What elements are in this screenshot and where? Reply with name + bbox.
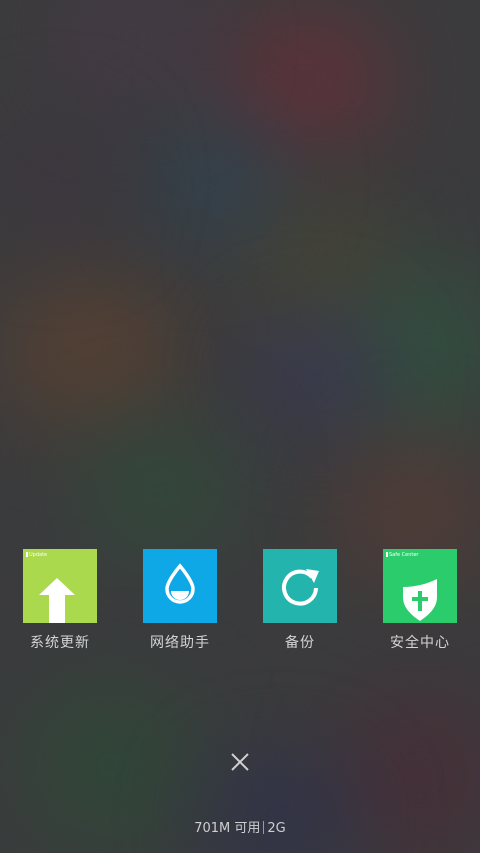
app-backup[interactable]: 备份: [245, 549, 355, 652]
water-drop-icon: [165, 563, 195, 604]
recent-apps-screen: Update 系统更新 网络助手 备份 Safe Center 安全中心 701…: [0, 0, 480, 853]
app-tile-network-assistant[interactable]: [143, 549, 217, 623]
memory-total: 2G: [267, 821, 286, 836]
memory-status: 701M 可用 2G: [0, 817, 480, 836]
app-tile-system-update[interactable]: Update: [23, 549, 97, 623]
app-system-update[interactable]: Update 系统更新: [5, 549, 115, 652]
app-tile-security-center[interactable]: Safe Center: [383, 549, 457, 623]
up-arrow-icon: [39, 578, 75, 623]
shield-icon: [403, 579, 437, 621]
memory-available: 701M 可用: [194, 821, 261, 836]
memory-separator: [263, 821, 265, 834]
app-label: 系统更新: [30, 635, 90, 651]
refresh-icon: [282, 569, 319, 606]
app-label: 备份: [285, 635, 315, 651]
app-security-center[interactable]: Safe Center 安全中心: [365, 549, 475, 652]
app-label: 网络助手: [150, 635, 210, 651]
app-network-assistant[interactable]: 网络助手: [125, 549, 235, 652]
app-label: 安全中心: [390, 635, 450, 651]
close-icon: [231, 753, 249, 771]
app-tile-backup[interactable]: [263, 549, 337, 623]
close-button[interactable]: [222, 744, 258, 780]
